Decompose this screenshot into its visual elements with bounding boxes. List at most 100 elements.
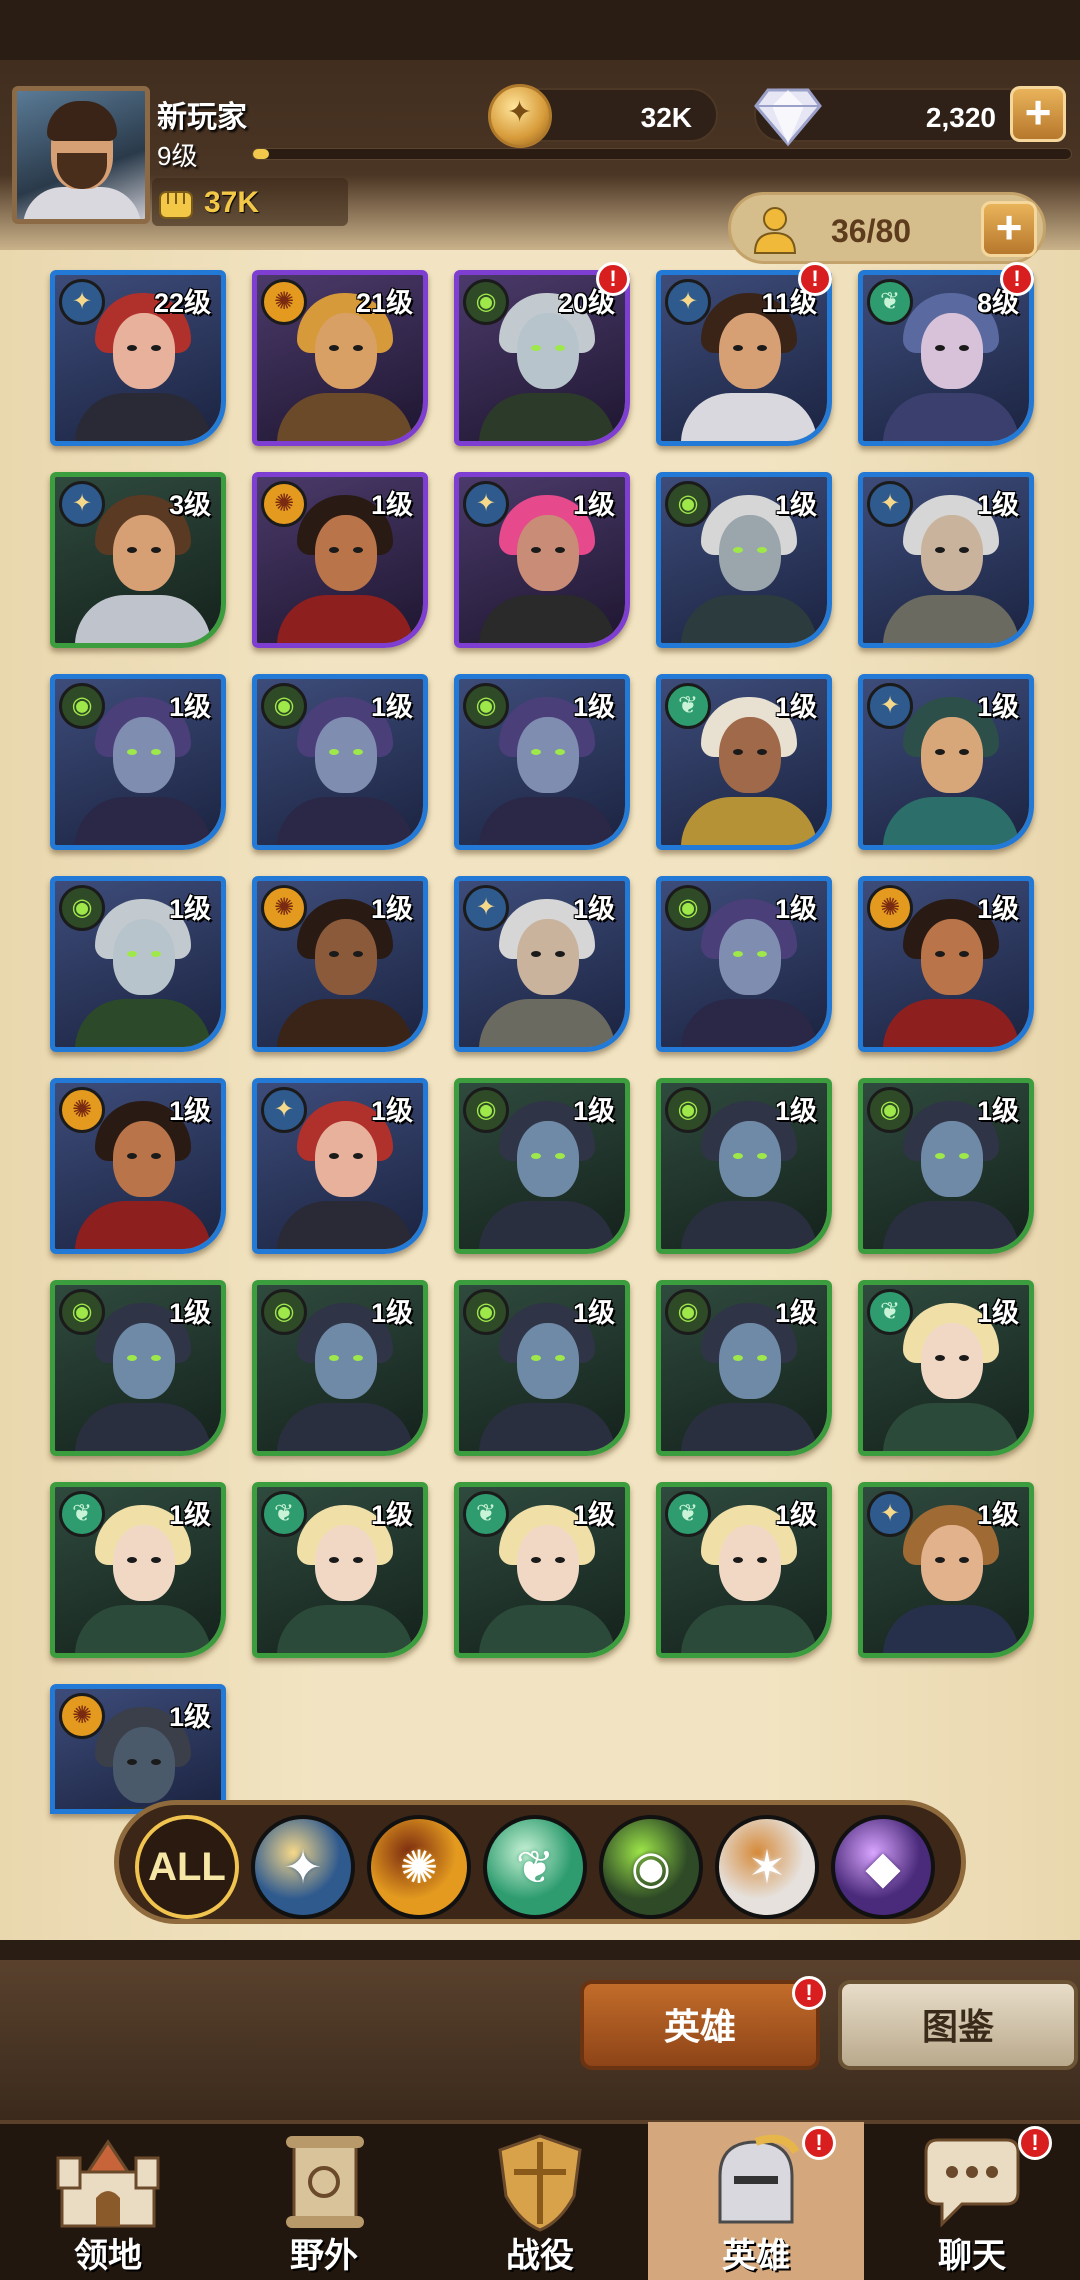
filter-star-button[interactable]: ✦ <box>251 1815 355 1919</box>
hero-eye <box>959 1355 969 1361</box>
hero-body <box>479 1605 615 1653</box>
hero-card[interactable]: ✦ 1级 <box>252 1078 428 1254</box>
hero-eye <box>935 345 945 351</box>
hero-level: 22级 <box>153 288 211 318</box>
eye-faction-icon: ◉ <box>463 1087 509 1133</box>
nav-item-chat-bubble[interactable]: 聊天! <box>864 2122 1080 2280</box>
tab-heroes[interactable]: 英雄 ! <box>580 1976 826 2070</box>
hero-card[interactable]: ✺ 21级 <box>252 270 428 446</box>
hero-card[interactable]: ❦ 1级 <box>656 674 832 850</box>
hero-card[interactable]: ◉ 1级 <box>858 1078 1034 1254</box>
hero-body <box>681 393 817 441</box>
hero-eye <box>353 1557 363 1563</box>
scroll-map-icon <box>264 2132 384 2232</box>
hero-eye <box>733 951 743 957</box>
hero-card[interactable]: ✦ 3级 <box>50 472 226 648</box>
hero-level: 1级 <box>168 1500 211 1530</box>
hero-card[interactable]: ✦ 1级 <box>454 472 630 648</box>
hero-card[interactable]: ✦ 1级 <box>858 472 1034 648</box>
eye-faction-icon: ◉ <box>59 683 105 729</box>
filter-leaf-button[interactable]: ❦ <box>483 1815 587 1919</box>
leaf-faction-icon: ❦ <box>867 279 913 325</box>
sun-faction-icon: ✺ <box>59 1087 105 1133</box>
hero-body <box>479 1201 615 1249</box>
nav-item-battle-shield[interactable]: 战役 <box>432 2122 648 2280</box>
hero-body <box>883 1403 1019 1451</box>
hero-level: 1级 <box>370 1298 413 1328</box>
hero-card[interactable]: ✺ 1级 <box>50 1078 226 1254</box>
hero-card[interactable]: ❦ 1级 <box>50 1482 226 1658</box>
leaf-faction-icon: ❦ <box>261 1491 307 1537</box>
hero-eye <box>555 345 565 351</box>
hero-face <box>315 1323 377 1399</box>
filter-void-button[interactable]: ◆ <box>831 1815 935 1919</box>
filter-light-button[interactable]: ✶ <box>715 1815 819 1919</box>
hero-card[interactable]: ❦ 1级 <box>252 1482 428 1658</box>
hero-level: 1级 <box>168 692 211 722</box>
hero-eye <box>757 951 767 957</box>
void-faction-icon: ◆ <box>865 1841 901 1893</box>
hero-face <box>719 919 781 995</box>
hero-level: 1级 <box>370 692 413 722</box>
filter-all-button[interactable]: ALL <box>135 1815 239 1919</box>
hero-eye <box>353 345 363 351</box>
hero-card[interactable]: ◉ 1级 <box>656 1280 832 1456</box>
nav-label: 野外 <box>290 2237 358 2275</box>
star-faction-icon: ✦ <box>59 279 105 325</box>
nav-label: 英雄 <box>722 2237 790 2275</box>
hero-card[interactable]: ✺ 1级 <box>252 876 428 1052</box>
hero-body <box>883 797 1019 845</box>
hero-eye <box>329 749 339 755</box>
hero-card[interactable]: ✺ 1级 <box>858 876 1034 1052</box>
tab-codex[interactable]: 图鉴 <box>838 1980 1078 2070</box>
hero-face <box>315 1121 377 1197</box>
nav-item-scroll-map[interactable]: 野外 <box>216 2122 432 2280</box>
hero-level: 1级 <box>572 1096 615 1126</box>
sun-faction-icon: ✺ <box>399 1841 439 1893</box>
hero-card[interactable]: ◉ 1级 <box>454 1078 630 1254</box>
filter-eye-button[interactable]: ◉ <box>599 1815 703 1919</box>
hero-card[interactable]: ◉ 1级 <box>50 1280 226 1456</box>
nav-item-castle[interactable]: 领地 <box>0 2122 216 2280</box>
eye-faction-icon: ◉ <box>665 1087 711 1133</box>
hero-body <box>277 393 413 441</box>
hero-card[interactable]: ◉ 1级 <box>454 674 630 850</box>
hero-eye <box>353 1153 363 1159</box>
hero-eye <box>127 1759 137 1765</box>
hero-grid: ✦ 22级 ✺ 21级 ◉ 20级! ✦ 11级! ❦ 8级! ✦ 3级 ✺ 1级 ✦ 1级 ◉ 1级 ✦ 1级 ◉ 1级… <box>0 0 1080 1814</box>
hero-card[interactable]: ◉ 20级 <box>454 270 630 446</box>
nav-item-knight-helmet[interactable]: 英雄! <box>648 2122 864 2280</box>
hero-eye <box>555 547 565 553</box>
hero-card[interactable]: ◉ 1级 <box>252 1280 428 1456</box>
hero-card[interactable]: ✦ 1级 <box>858 674 1034 850</box>
hero-card[interactable]: ◉ 1级 <box>454 1280 630 1456</box>
hero-eye <box>935 951 945 957</box>
hero-card[interactable]: ✦ 11级 <box>656 270 832 446</box>
hero-card[interactable]: ◉ 1级 <box>656 1078 832 1254</box>
hero-card[interactable]: ❦ 8级 <box>858 270 1034 446</box>
hero-card[interactable]: ◉ 1级 <box>656 472 832 648</box>
hero-card[interactable]: ❦ 1级 <box>858 1280 1034 1456</box>
hero-card[interactable]: ◉ 1级 <box>50 876 226 1052</box>
alert-badge: ! <box>1018 2126 1052 2160</box>
leaf-faction-icon: ❦ <box>867 1289 913 1335</box>
hero-level: 21级 <box>355 288 413 318</box>
filter-sun-button[interactable]: ✺ <box>367 1815 471 1919</box>
hero-card[interactable]: ✦ 1级 <box>454 876 630 1052</box>
hero-eye <box>959 1557 969 1563</box>
hero-card[interactable]: ✦ 22级 <box>50 270 226 446</box>
hero-card[interactable]: ◉ 1级 <box>50 674 226 850</box>
hero-card[interactable]: ◉ 1级 <box>656 876 832 1052</box>
nav-label: 聊天 <box>938 2237 1006 2275</box>
hero-card[interactable]: ◉ 1级 <box>252 674 428 850</box>
hero-eye <box>733 1153 743 1159</box>
hero-face <box>719 313 781 389</box>
hero-card[interactable]: ✺ 1级 <box>252 472 428 648</box>
star-faction-icon: ✦ <box>665 279 711 325</box>
hero-card[interactable]: ✦ 1级 <box>858 1482 1034 1658</box>
hero-card[interactable]: ❦ 1级 <box>454 1482 630 1658</box>
hero-body <box>277 1605 413 1653</box>
hero-card[interactable]: ✺ 1级 <box>50 1684 226 1814</box>
nav-label: 领地 <box>74 2237 142 2275</box>
hero-card[interactable]: ❦ 1级 <box>656 1482 832 1658</box>
